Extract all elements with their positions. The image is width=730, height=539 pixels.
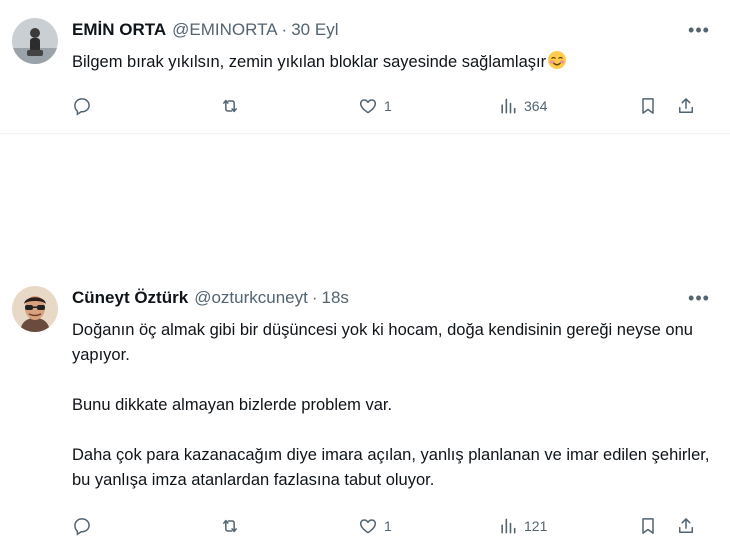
tweet-paragraph: Bunu dikkate almayan bizlerde problem va…	[72, 396, 393, 414]
tweet-text: Doğanın öç almak gibi bir düşüncesi yok …	[72, 318, 714, 493]
share-button[interactable]	[676, 93, 696, 119]
reply-button[interactable]	[72, 93, 98, 119]
tweet-text-content: Bilgem bırak yıkılsın, zemin yıkılan blo…	[72, 53, 547, 71]
tweet-1[interactable]: EMİN ORTA @EMINORTA · 30 Eyl ••• Bilgem …	[0, 0, 730, 134]
share-icon	[679, 98, 693, 113]
author-handle[interactable]: @ozturkcuneyt	[194, 288, 308, 308]
like-count: 1	[384, 518, 392, 534]
heart-icon	[359, 519, 377, 534]
more-options-icon[interactable]: •••	[684, 18, 714, 42]
tweet-header: EMİN ORTA @EMINORTA · 30 Eyl	[72, 18, 714, 42]
bookmark-button[interactable]	[638, 93, 658, 119]
tweet-paragraph: Daha çok para kazanacağım diye imara açı…	[72, 446, 710, 489]
retweet-button[interactable]	[220, 93, 246, 119]
action-bar: 1 364	[72, 93, 714, 119]
separator-dot: ·	[281, 20, 288, 39]
author-name[interactable]: EMİN ORTA	[72, 20, 166, 40]
avatar[interactable]	[12, 286, 58, 332]
retweet-icon	[223, 519, 237, 533]
reply-icon	[74, 98, 90, 116]
like-button[interactable]: 1	[358, 513, 392, 539]
tweet-paragraph: Doğanın öç almak gibi bir düşüncesi yok …	[72, 321, 693, 364]
reply-button[interactable]	[72, 513, 98, 539]
bookmark-icon	[642, 518, 654, 534]
views-button[interactable]: 364	[498, 93, 547, 119]
like-count: 1	[384, 98, 392, 114]
tweet-2[interactable]: Cüneyt Öztürk @ozturkcuneyt · 18s ••• Do…	[0, 134, 730, 536]
share-icon	[679, 518, 693, 533]
author-name[interactable]: Cüneyt Öztürk	[72, 288, 188, 308]
timestamp[interactable]: 30 Eyl	[291, 20, 338, 40]
bookmark-icon	[642, 98, 654, 114]
retweet-button[interactable]	[220, 513, 246, 539]
bookmark-button[interactable]	[638, 513, 658, 539]
heart-icon	[359, 99, 377, 114]
share-button[interactable]	[676, 513, 696, 539]
tweet-header: Cüneyt Öztürk @ozturkcuneyt · 18s	[72, 286, 714, 310]
views-icon	[501, 518, 516, 534]
separator-dot: ·	[311, 288, 318, 307]
views-count: 364	[524, 98, 548, 114]
avatar[interactable]	[12, 18, 58, 64]
retweet-icon	[223, 99, 237, 113]
smiling-face-with-blush-icon	[548, 51, 567, 69]
reply-icon	[74, 518, 90, 536]
views-button[interactable]: 121	[498, 513, 547, 539]
like-button[interactable]: 1	[358, 93, 392, 119]
views-icon	[501, 98, 516, 114]
timestamp[interactable]: 18s	[322, 288, 349, 308]
action-bar: 1 121	[72, 513, 714, 539]
author-handle[interactable]: @EMINORTA	[172, 20, 277, 40]
tweet-text: Bilgem bırak yıkılsın, zemin yıkılan blo…	[72, 50, 714, 75]
views-count: 121	[524, 518, 548, 534]
more-options-icon[interactable]: •••	[684, 286, 714, 310]
